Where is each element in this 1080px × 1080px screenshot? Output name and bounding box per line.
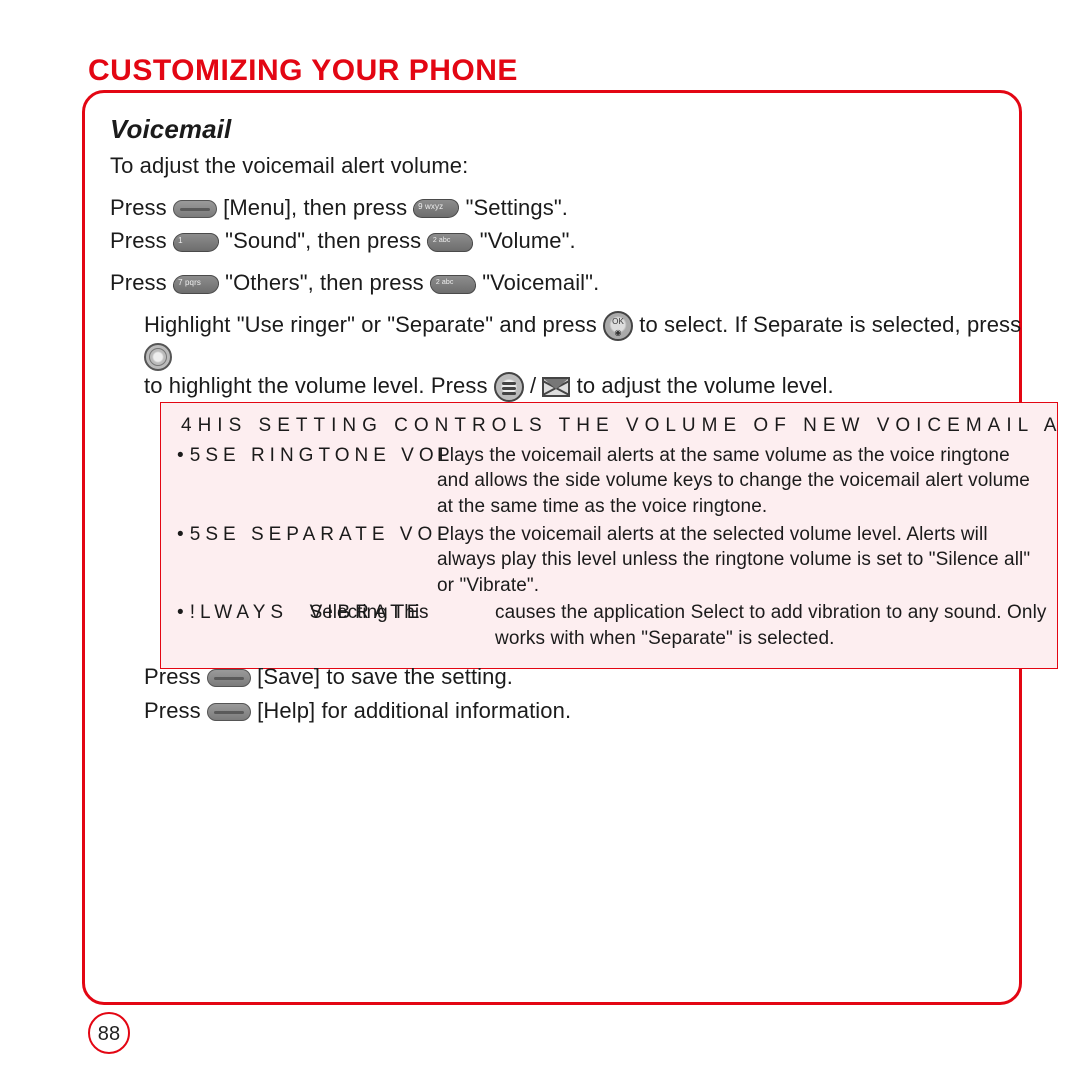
nav-left-icon bbox=[494, 372, 524, 402]
step-help: Press [Help] for additional information. bbox=[144, 698, 1010, 724]
key-1-icon: 1 bbox=[172, 233, 220, 252]
subhead-voicemail: Voicemail bbox=[110, 112, 1050, 147]
step-2: Press 1 "Sound", then press 2 abc "Volum… bbox=[110, 226, 1050, 256]
page-title: CUSTOMIZING YOUR PHONE bbox=[88, 54, 518, 88]
page-number: 88 bbox=[88, 1012, 130, 1054]
after-box: Press [Save] to save the setting. Press … bbox=[110, 660, 1010, 728]
t: Press bbox=[110, 228, 173, 253]
note-heading: 4HIS SETTING CONTROLS THE VOLUME OF NEW … bbox=[181, 413, 1047, 439]
note-row-2: •5SE SEPARATE VOL Plays the voicemail al… bbox=[175, 522, 1047, 599]
note-desc-2: Plays the voicemail alerts at the select… bbox=[437, 522, 1047, 599]
key-7-icon: 7 pqrs bbox=[172, 275, 220, 294]
note-key-1: •5SE RINGTONE VOL bbox=[175, 443, 454, 469]
softkey-icon bbox=[207, 669, 251, 687]
t: [Menu], then press bbox=[223, 195, 413, 220]
nav-right-icon bbox=[542, 377, 570, 397]
ok-key-icon: OK◉ bbox=[603, 311, 633, 341]
content: Voicemail To adjust the voicemail alert … bbox=[110, 112, 1050, 402]
t: "Voicemail". bbox=[482, 270, 599, 295]
t: [Save] to save the setting. bbox=[257, 664, 513, 689]
t: to adjust the volume level. bbox=[577, 373, 834, 398]
t: to select. If Separate is selected, pres… bbox=[639, 312, 1021, 337]
note-row-3: •!LWAYS VIBRATE Selecting This causes th… bbox=[175, 600, 1047, 651]
t: [Help] for additional information. bbox=[257, 698, 571, 723]
softkey-icon bbox=[173, 200, 217, 218]
t: Highlight "Use ringer" or "Separate" and… bbox=[144, 312, 603, 337]
t: to highlight the volume level. Press bbox=[144, 373, 494, 398]
step-4: Highlight "Use ringer" or "Separate" and… bbox=[144, 310, 1024, 403]
lead-text: To adjust the voicemail alert volume: bbox=[110, 151, 1050, 181]
key-9-icon: 9 wxyz bbox=[412, 199, 460, 218]
key-2-icon: 2 abc bbox=[426, 233, 474, 252]
t: Press bbox=[144, 664, 207, 689]
note-desc-1: Plays the voicemail alerts at the same v… bbox=[437, 443, 1047, 520]
t: Press bbox=[110, 270, 173, 295]
t: "Volume". bbox=[480, 228, 576, 253]
t: Press bbox=[110, 195, 173, 220]
t: "Sound", then press bbox=[225, 228, 427, 253]
note-box: 4HIS SETTING CONTROLS THE VOLUME OF NEW … bbox=[160, 402, 1058, 669]
note-desc-3: causes the application Select to add vib… bbox=[355, 600, 1047, 651]
note-row-1: •5SE RINGTONE VOL Plays the voicemail al… bbox=[175, 443, 1047, 520]
t: "Others", then press bbox=[225, 270, 430, 295]
note-key-3: •!LWAYS VIBRATE Selecting This bbox=[175, 600, 424, 626]
nav-wheel-icon bbox=[144, 343, 172, 371]
step-3: Press 7 pqrs "Others", then press 2 abc … bbox=[110, 268, 1050, 298]
key-2-icon: 2 abc bbox=[429, 275, 477, 294]
step-1: Press [Menu], then press 9 wxyz "Setting… bbox=[110, 193, 1050, 223]
t: Press bbox=[144, 698, 207, 723]
note-key-2: •5SE SEPARATE VOL bbox=[175, 522, 453, 548]
t: "Settings". bbox=[466, 195, 568, 220]
softkey-icon bbox=[207, 703, 251, 721]
step-save: Press [Save] to save the setting. bbox=[144, 664, 1010, 690]
